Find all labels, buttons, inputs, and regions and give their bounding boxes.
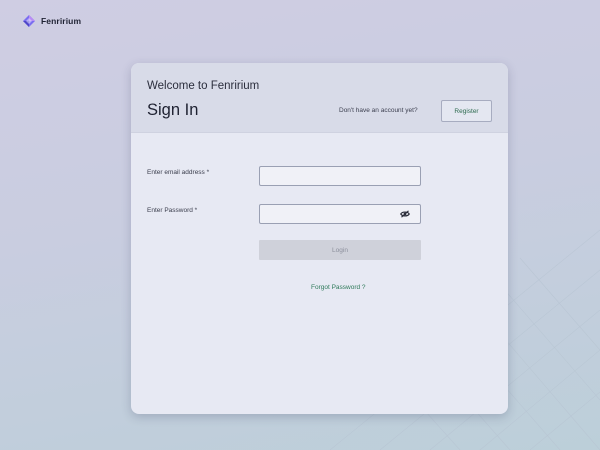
login-button[interactable]: Login xyxy=(259,240,421,260)
register-button[interactable]: Register xyxy=(441,100,492,122)
eye-slash-icon[interactable] xyxy=(399,209,411,219)
card-header: Welcome to Fenririum Sign In Don't have … xyxy=(131,63,508,133)
brand: Fenririum xyxy=(22,14,81,28)
diamond-logo-icon xyxy=(23,15,35,27)
no-account-text: Don't have an account yet? xyxy=(339,107,418,114)
sign-in-card: Welcome to Fenririum Sign In Don't have … xyxy=(131,63,508,414)
forgot-password-link[interactable]: Forgot Password ? xyxy=(311,284,366,291)
password-field[interactable] xyxy=(259,204,421,224)
brand-name: Fenririum xyxy=(41,16,82,26)
welcome-text: Welcome to Fenririum xyxy=(147,80,260,92)
password-label: Enter Password * xyxy=(147,207,198,214)
email-label: Enter email address * xyxy=(147,169,210,176)
email-field[interactable] xyxy=(259,166,421,186)
page-title: Sign In xyxy=(147,101,199,119)
